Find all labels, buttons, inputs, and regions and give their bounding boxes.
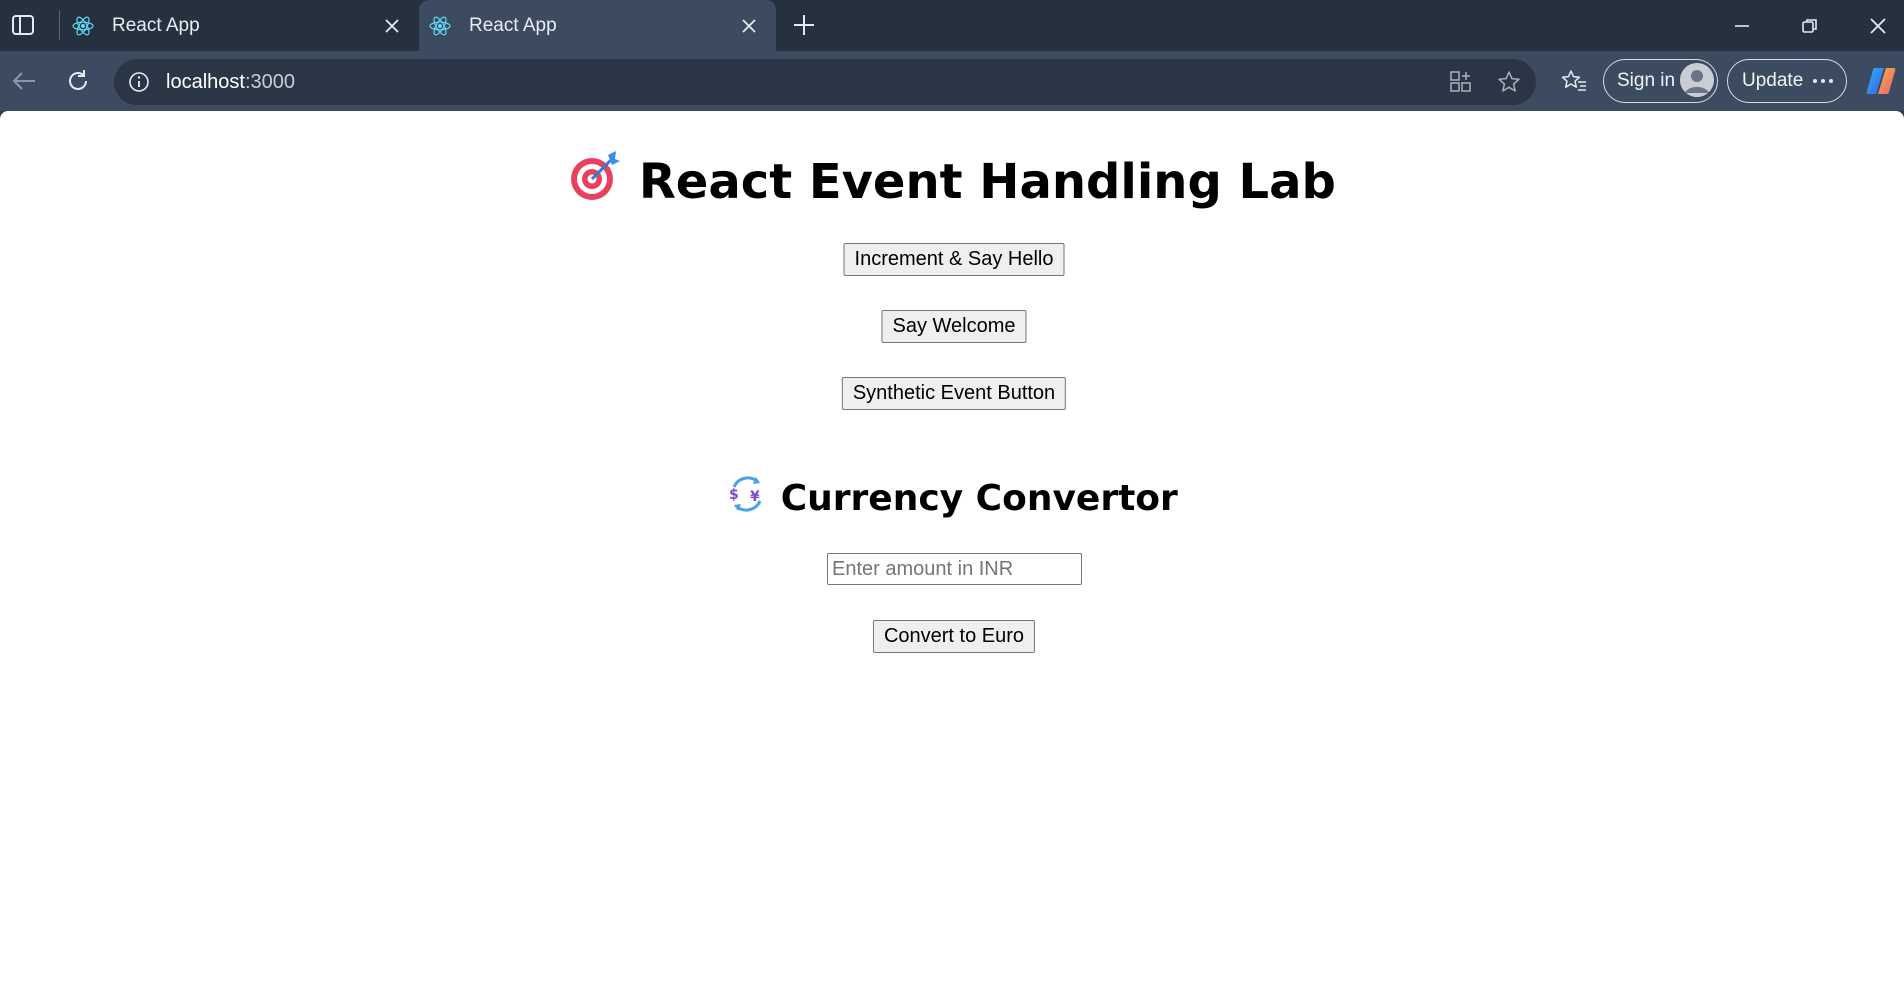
tab-label: React App [469, 14, 557, 36]
sign-in-label: Sign in [1617, 70, 1676, 91]
update-label: Update [1742, 70, 1804, 91]
url-port: :3000 [244, 71, 295, 93]
copilot-icon[interactable] [1864, 64, 1898, 98]
react-icon [70, 13, 96, 39]
svg-text:$: $ [729, 487, 739, 503]
react-app-page: React Event Handling Lab Increment & Say… [0, 111, 1904, 999]
star-icon[interactable] [1496, 69, 1522, 95]
browser-toolbar: localhost:3000 Sign in Update [0, 51, 1904, 111]
tab-label: React App [112, 14, 200, 36]
target-icon [568, 149, 622, 215]
avatar [1680, 63, 1714, 97]
reload-icon[interactable] [62, 65, 94, 97]
favorites-icon[interactable] [1558, 65, 1590, 97]
tab-react-app-1[interactable]: React App [62, 0, 419, 51]
close-icon[interactable] [379, 13, 405, 39]
more-icon[interactable] [1810, 68, 1836, 94]
synthetic-event-button[interactable]: Synthetic Event Button [841, 377, 1067, 410]
react-icon [427, 13, 453, 39]
sidebar-icon[interactable] [10, 12, 36, 38]
page-title: React Event Handling Lab [0, 149, 1904, 215]
convert-to-euro-button[interactable]: Convert to Euro [872, 620, 1036, 653]
close-icon[interactable] [1864, 12, 1892, 40]
svg-text:¥: ¥ [750, 489, 760, 505]
increment-say-hello-button[interactable]: Increment & Say Hello [843, 243, 1065, 276]
currency-exchange-icon: $ ¥ [726, 473, 768, 524]
close-icon[interactable] [736, 13, 762, 39]
currency-convertor-heading: $ ¥ Currency Convertor [0, 473, 1904, 524]
back-icon[interactable] [8, 65, 40, 97]
amount-inr-input[interactable] [827, 553, 1082, 585]
page-title-text: React Event Handling Lab [638, 154, 1336, 210]
url-text: localhost:3000 [166, 71, 295, 94]
apps-icon[interactable] [1448, 69, 1474, 95]
address-bar[interactable]: localhost:3000 [114, 59, 1536, 105]
tab-separator [59, 10, 60, 40]
tab-react-app-2[interactable]: React App [419, 0, 776, 51]
minimize-icon[interactable] [1728, 12, 1756, 40]
info-icon[interactable] [126, 69, 152, 95]
say-welcome-button[interactable]: Say Welcome [881, 310, 1027, 343]
tab-strip: React App React App [0, 0, 1904, 51]
update-button[interactable]: Update [1727, 59, 1847, 103]
sign-in-button[interactable]: Sign in [1603, 59, 1718, 103]
plus-icon[interactable] [790, 11, 818, 39]
currency-convertor-heading-text: Currency Convertor [780, 478, 1178, 519]
restore-icon[interactable] [1796, 12, 1824, 40]
url-host: localhost [166, 71, 245, 93]
page-viewport: React Event Handling Lab Increment & Say… [0, 111, 1904, 999]
